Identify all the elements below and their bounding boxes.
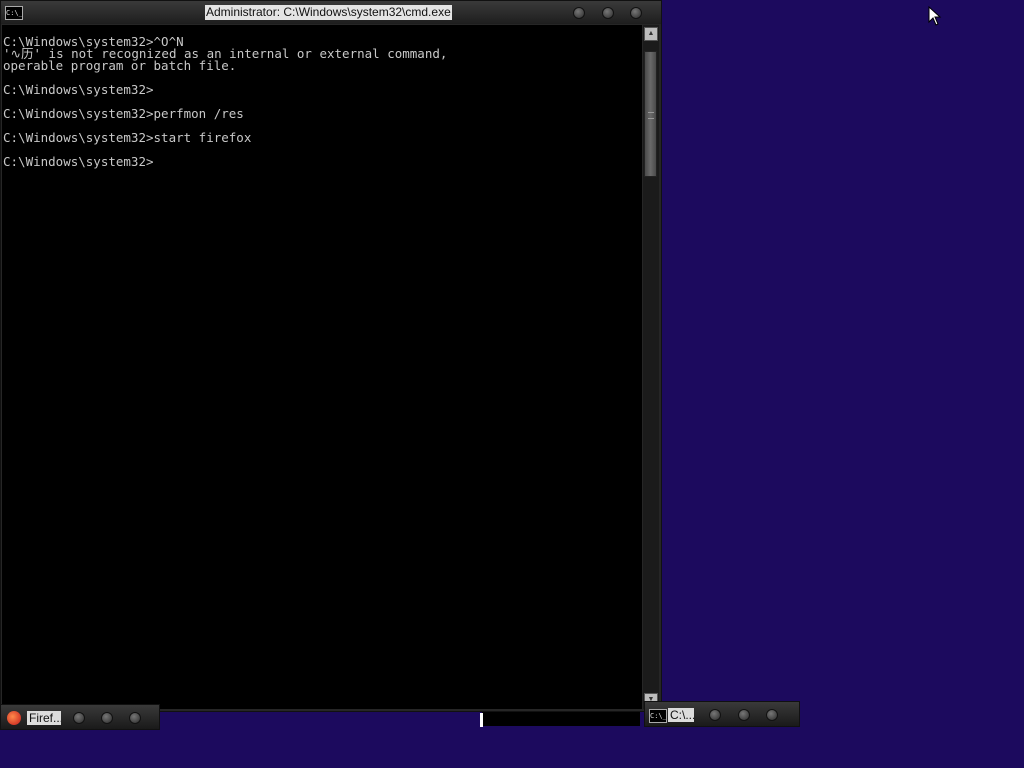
cmd-icon[interactable]: C:\_ (5, 6, 23, 20)
console-output[interactable]: C:\Windows\system32>^O^N '∿历' is not rec… (2, 25, 642, 709)
vertical-scrollbar[interactable]: ▲ ▼ (643, 25, 659, 709)
taskbar-firefox-minimize[interactable] (73, 712, 85, 724)
firefox-icon (7, 711, 21, 725)
minimize-button[interactable] (573, 7, 585, 19)
scroll-up-button[interactable]: ▲ (644, 27, 658, 41)
taskbar-firefox-maximize[interactable] (101, 712, 113, 724)
grip-icon (648, 112, 654, 119)
console-text: C:\Windows\system32>^O^N '∿历' is not rec… (3, 34, 448, 169)
cmd-taskbar-icon: C:\_ (649, 709, 667, 723)
cmd-window: C:\_ Administrator: C:\Windows\system32\… (0, 0, 662, 712)
taskbar-firefox-close[interactable] (129, 712, 141, 724)
window-title: Administrator: C:\Windows\system32\cmd.e… (205, 5, 452, 20)
text-caret (480, 713, 483, 727)
taskbar-gap (482, 712, 640, 726)
taskbar-cmd-label: C:\... (668, 708, 694, 722)
scroll-thumb[interactable] (644, 51, 657, 177)
taskbar-cmd-maximize[interactable] (738, 709, 750, 721)
taskbar-cmd-minimize[interactable] (709, 709, 721, 721)
taskbar-cmd-close[interactable] (766, 709, 778, 721)
taskbar-cmd[interactable]: C:\_ C:\... (644, 701, 800, 727)
maximize-button[interactable] (602, 7, 614, 19)
title-bar[interactable]: C:\_ Administrator: C:\Windows\system32\… (1, 1, 661, 24)
taskbar-firefox[interactable]: Firef... (0, 704, 160, 730)
close-button[interactable] (630, 7, 642, 19)
mouse-cursor-icon (928, 6, 942, 26)
taskbar-firefox-label: Firef... (27, 711, 61, 725)
